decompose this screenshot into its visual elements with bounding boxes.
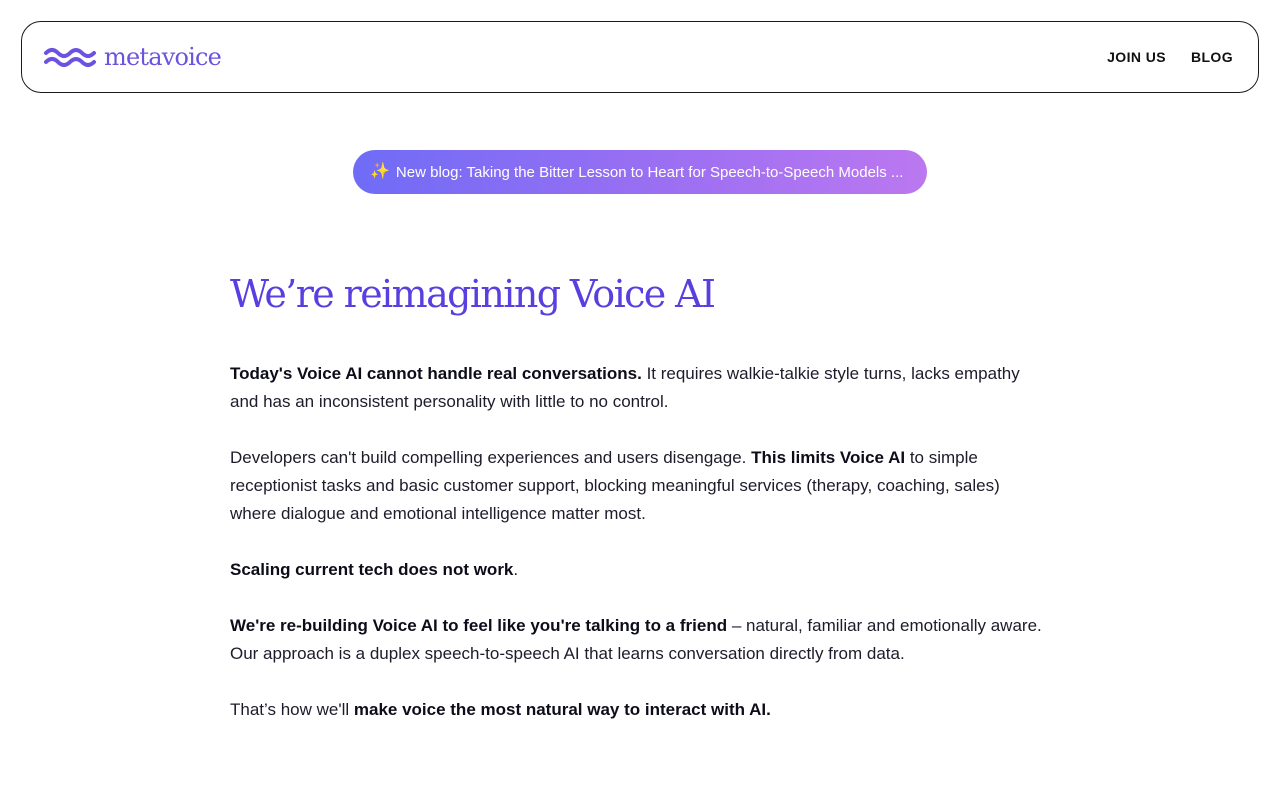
paragraph-1-bold: Today's Voice AI cannot handle real conv… — [230, 364, 642, 383]
paragraph-1: Today's Voice AI cannot handle real conv… — [230, 360, 1050, 416]
paragraph-2-bold: This limits Voice AI — [751, 448, 906, 467]
paragraph-2: Developers can't build compelling experi… — [230, 444, 1050, 528]
paragraph-5-bold: make voice the most natural way to inter… — [353, 700, 771, 719]
sparkle-icon: ✨ — [370, 163, 390, 180]
wave-logo-icon — [44, 48, 96, 67]
hero-content: We’re reimagining Voice AI Today's Voice… — [230, 268, 1050, 752]
paragraph-5-start: That’s how we'll — [230, 700, 354, 719]
nav-join-us-link[interactable]: JOIN US — [1107, 49, 1166, 65]
paragraph-4: We're re-building Voice AI to feel like … — [230, 612, 1050, 668]
banner-text: New blog: Taking the Bitter Lesson to He… — [395, 163, 904, 181]
nav-blog-link[interactable]: BLOG — [1191, 49, 1233, 65]
top-navbar: metavoice JOIN US BLOG — [21, 21, 1259, 93]
paragraph-3: Scaling current tech does not work. — [230, 556, 1050, 584]
new-blog-banner[interactable]: ✨ New blog: Taking the Bitter Lesson to … — [353, 150, 927, 194]
logo[interactable]: metavoice — [44, 43, 222, 71]
page-title: We’re reimagining Voice AI — [230, 272, 716, 316]
paragraph-4-bold: We're re-building Voice AI to feel like … — [230, 616, 728, 635]
paragraph-5: That’s how we'll make voice the most nat… — [230, 696, 1050, 724]
paragraph-3-text: . — [513, 560, 519, 579]
paragraph-2-start: Developers can't build compelling experi… — [230, 448, 752, 467]
nav-links: JOIN US BLOG — [1107, 49, 1233, 65]
logo-text: metavoice — [104, 43, 222, 71]
paragraph-3-bold: Scaling current tech does not work — [230, 560, 514, 579]
